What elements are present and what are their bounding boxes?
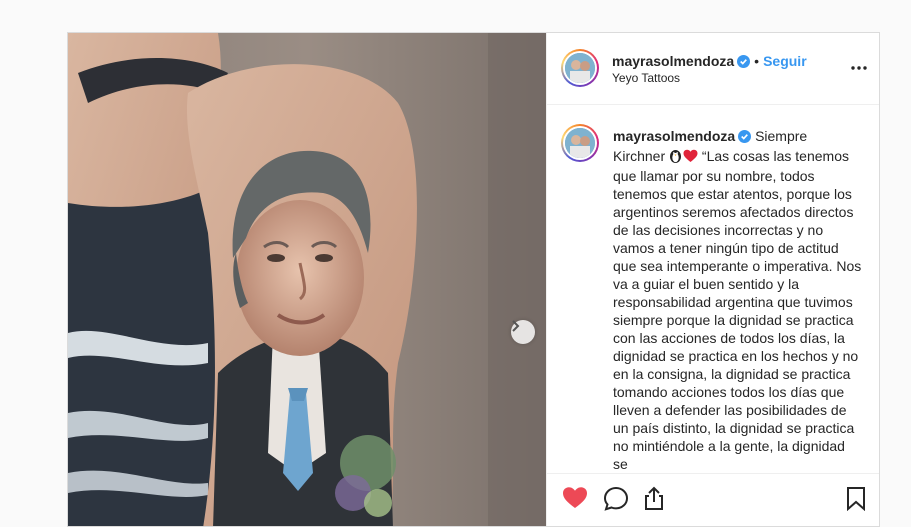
- tattoo-photo: [68, 33, 546, 526]
- avatar-photo: [565, 128, 595, 158]
- more-icon: [851, 66, 867, 70]
- share-button[interactable]: [642, 486, 666, 516]
- header-user-line: mayrasolmendoza • Seguir: [612, 53, 807, 73]
- follow-button[interactable]: Seguir: [763, 53, 807, 69]
- comment-button[interactable]: [603, 486, 629, 516]
- heart-icon: [563, 487, 587, 508]
- more-options-button[interactable]: [851, 57, 867, 75]
- header-username[interactable]: mayrasolmendoza: [612, 53, 734, 69]
- post-header: mayrasolmendoza • Seguir Yeyo Tattoos: [547, 33, 879, 105]
- post-media[interactable]: [68, 33, 546, 526]
- caption-username[interactable]: mayrasolmendoza: [613, 128, 735, 144]
- caption-avatar[interactable]: [561, 124, 599, 162]
- next-image-button[interactable]: [511, 320, 535, 344]
- share-icon: [645, 486, 663, 510]
- save-button[interactable]: [846, 486, 866, 516]
- avatar[interactable]: [561, 49, 599, 87]
- penguin-icon: [669, 148, 682, 167]
- action-bar: [547, 473, 879, 526]
- comments-area[interactable]: mayrasolmendoza Siempre Kirchner “Las co…: [547, 106, 879, 471]
- bookmark-icon: [847, 487, 865, 512]
- verified-badge-icon: [737, 55, 751, 73]
- comment-icon: [603, 486, 629, 511]
- verified-badge-icon: [738, 129, 752, 147]
- location-link[interactable]: Yeyo Tattoos: [612, 71, 680, 85]
- separator-dot: •: [754, 53, 760, 69]
- post-side-panel: mayrasolmendoza • Seguir Yeyo Tattoos ma…: [546, 33, 879, 526]
- chevron-right-icon: [512, 320, 520, 332]
- instagram-post: mayrasolmendoza • Seguir Yeyo Tattoos ma…: [67, 32, 880, 527]
- caption-text: “Las cosas las tenemos que llamar por su…: [613, 148, 862, 471]
- like-button[interactable]: [562, 486, 588, 515]
- red-heart-icon: [683, 149, 698, 167]
- avatar-photo: [565, 53, 595, 83]
- post-caption: mayrasolmendoza Siempre Kirchner “Las co…: [613, 127, 863, 471]
